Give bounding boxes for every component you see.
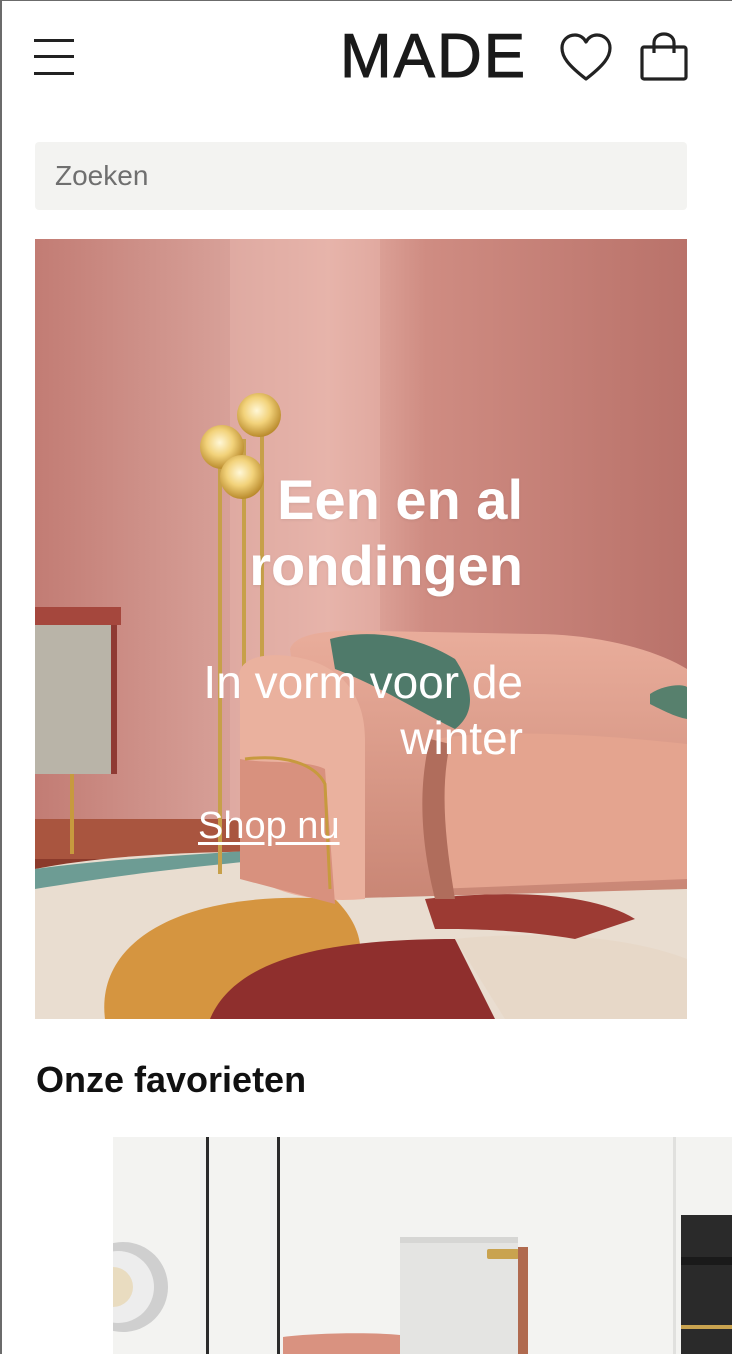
favorite-product-image[interactable] [113,1137,732,1354]
favorites-heading: Onze favorieten [36,1059,307,1100]
header: MADE [2,1,732,121]
shop-now-link[interactable]: Shop nu [198,805,340,848]
page: MADE Zoeken Een en al rondingen In vorm … [0,0,732,1354]
shopping-bag-icon [640,32,688,81]
hero-banner[interactable]: Een en al rondingen In vorm voor de wint… [35,239,687,1019]
hero-title: Een en al rondingen [249,468,523,597]
hero-image [35,239,687,1019]
wishlist-button[interactable] [558,31,614,85]
heart-icon [560,33,612,81]
menu-button[interactable] [32,35,76,79]
favorites-carousel[interactable] [113,1137,732,1354]
brand-logo[interactable]: MADE [339,24,527,89]
hero-subtitle: In vorm voor de winter [203,656,523,764]
search-input[interactable] [35,142,687,210]
hamburger-menu-icon [34,39,74,75]
shopping-bag-button[interactable] [636,31,692,85]
